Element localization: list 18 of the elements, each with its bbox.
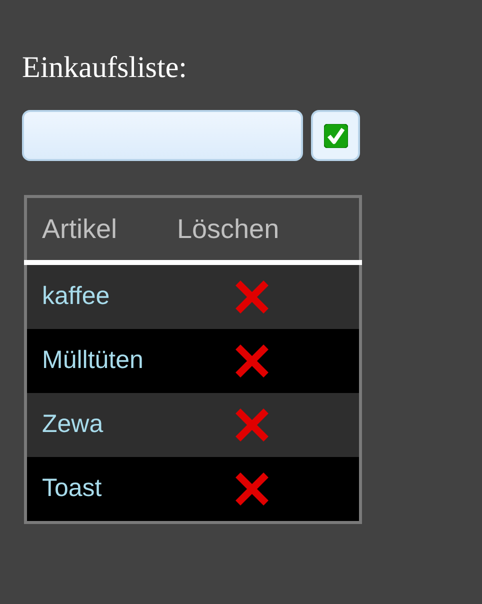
add-button[interactable] (311, 110, 360, 161)
delete-button[interactable] (234, 343, 270, 379)
column-header: Artikel (42, 214, 118, 244)
delete-button[interactable] (234, 471, 270, 507)
column-header: Löschen (177, 214, 280, 244)
cross-icon (235, 408, 269, 442)
list-heading: Einkaufsliste: (22, 50, 187, 86)
delete-button[interactable] (234, 407, 270, 443)
cross-icon (235, 344, 269, 378)
cross-icon (235, 472, 269, 506)
item-text: kaffee (42, 282, 110, 310)
item-input-field[interactable] (22, 110, 303, 161)
delete-button[interactable] (234, 279, 270, 315)
check-mark-icon (324, 124, 348, 148)
item-text: Zewa (42, 410, 104, 438)
cross-icon (235, 280, 269, 314)
item-text: Mülltüten (42, 346, 144, 374)
item-text: Toast (42, 474, 102, 502)
